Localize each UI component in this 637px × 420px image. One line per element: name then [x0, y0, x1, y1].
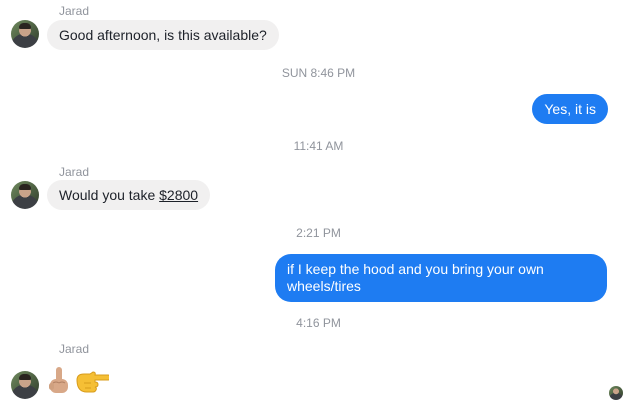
avatar[interactable] — [11, 371, 39, 399]
middle-finger-emoji — [49, 367, 68, 393]
message-timestamp: 2:21 PM — [296, 226, 341, 240]
avatar[interactable] — [11, 181, 39, 209]
sender-name: Jarad — [59, 342, 90, 356]
message-timestamp: SUN 8:46 PM — [281, 66, 356, 80]
incoming-message-bubble[interactable]: Would you take $2800 — [47, 180, 211, 210]
incoming-message-bubble[interactable]: Good afternoon, is this available? — [47, 20, 279, 50]
sender-name: Jarad — [59, 4, 90, 18]
price-link[interactable]: $2800 — [159, 187, 198, 203]
message-timestamp: 11:41 AM — [293, 139, 344, 153]
avatar[interactable] — [11, 20, 39, 48]
outgoing-message-bubble[interactable]: if I keep the hood and you bring your ow… — [275, 254, 607, 302]
sender-name: Jarad — [59, 165, 90, 179]
emoji-message[interactable] — [47, 364, 109, 396]
message-timestamp: 4:16 PM — [296, 316, 341, 330]
outgoing-message-bubble[interactable]: Yes, it is — [532, 94, 608, 124]
pointing-right-emoji — [76, 371, 109, 393]
message-text: Would you take — [59, 187, 160, 203]
read-receipt-avatar — [609, 386, 623, 400]
